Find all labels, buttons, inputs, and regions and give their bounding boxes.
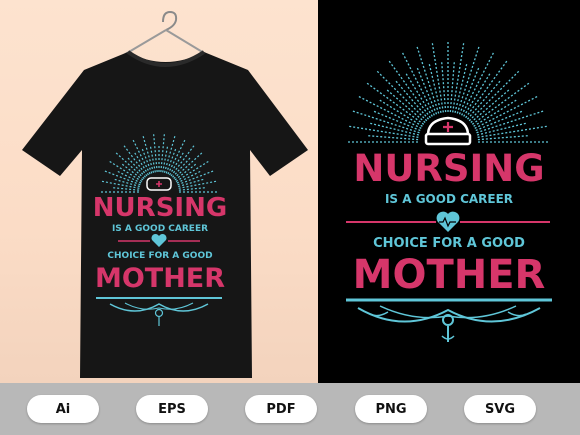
tshirt-mockup-panel: NURSING IS A GOOD CAREER CHOICE FOR A GO… [0, 0, 318, 383]
format-badge-ai: Ai [27, 395, 99, 423]
format-badge-pdf: PDF [245, 395, 317, 423]
format-badge-svg: SVG [464, 395, 536, 423]
design-preview-panel: NURSING IS A GOOD CAREER CHOICE FOR A GO… [318, 0, 580, 383]
format-badge-png: PNG [355, 395, 427, 423]
format-badge-eps: EPS [136, 395, 208, 423]
ornament-divider-icon [96, 297, 222, 326]
ornament-divider-icon [346, 298, 552, 342]
